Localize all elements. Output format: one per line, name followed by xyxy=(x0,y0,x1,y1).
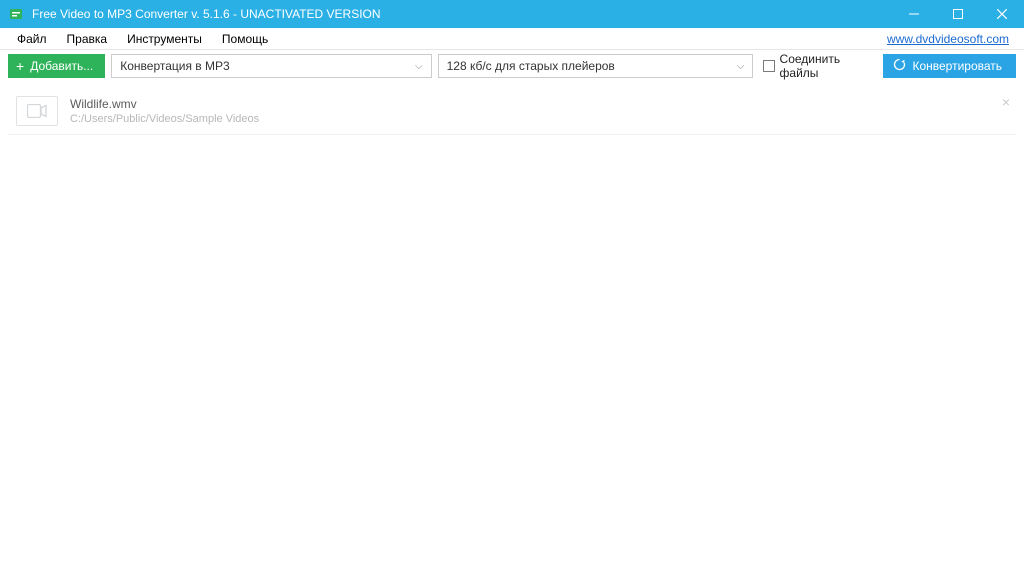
menu-help[interactable]: Помощь xyxy=(212,29,278,49)
remove-file-button[interactable]: × xyxy=(1002,94,1010,110)
bitrate-dropdown[interactable]: 128 кб/с для старых плейеров ⌵ xyxy=(438,54,754,78)
menu-edit[interactable]: Правка xyxy=(57,29,118,49)
chevron-down-icon: ⌵ xyxy=(737,61,745,72)
format-dropdown[interactable]: Конвертация в MP3 ⌵ xyxy=(111,54,431,78)
minimize-button[interactable] xyxy=(892,0,936,28)
checkbox-box-icon xyxy=(763,60,774,72)
titlebar: Free Video to MP3 Converter v. 5.1.6 - U… xyxy=(0,0,1024,28)
app-icon xyxy=(8,6,24,22)
maximize-button[interactable] xyxy=(936,0,980,28)
join-files-label: Соединить файлы xyxy=(780,52,874,80)
plus-icon: + xyxy=(16,59,24,73)
file-list: Wildlife.wmv C:/Users/Public/Videos/Samp… xyxy=(0,82,1024,141)
add-button[interactable]: + Добавить... xyxy=(8,54,105,78)
file-row[interactable]: Wildlife.wmv C:/Users/Public/Videos/Samp… xyxy=(8,88,1016,135)
menubar: Файл Правка Инструменты Помощь www.dvdvi… xyxy=(0,28,1024,50)
chevron-down-icon: ⌵ xyxy=(415,61,423,72)
window-title: Free Video to MP3 Converter v. 5.1.6 - U… xyxy=(32,7,381,21)
window-controls xyxy=(892,0,1024,28)
join-files-checkbox[interactable]: Соединить файлы xyxy=(759,52,877,80)
file-path: C:/Users/Public/Videos/Sample Videos xyxy=(70,113,259,125)
toolbar: + Добавить... Конвертация в MP3 ⌵ 128 кб… xyxy=(0,50,1024,82)
video-file-icon xyxy=(16,96,58,126)
file-meta: Wildlife.wmv C:/Users/Public/Videos/Samp… xyxy=(70,97,259,125)
convert-button[interactable]: Конвертировать xyxy=(883,54,1016,78)
add-button-label: Добавить... xyxy=(30,59,93,73)
refresh-icon xyxy=(893,58,906,74)
close-button[interactable] xyxy=(980,0,1024,28)
file-name: Wildlife.wmv xyxy=(70,97,259,111)
bitrate-selected: 128 кб/с для старых плейеров xyxy=(447,59,615,73)
menu-tools[interactable]: Инструменты xyxy=(117,29,212,49)
convert-button-label: Конвертировать xyxy=(912,59,1002,73)
site-link[interactable]: www.dvdvideosoft.com xyxy=(887,32,1017,46)
format-selected: Конвертация в MP3 xyxy=(120,59,229,73)
menu-file[interactable]: Файл xyxy=(7,29,57,49)
